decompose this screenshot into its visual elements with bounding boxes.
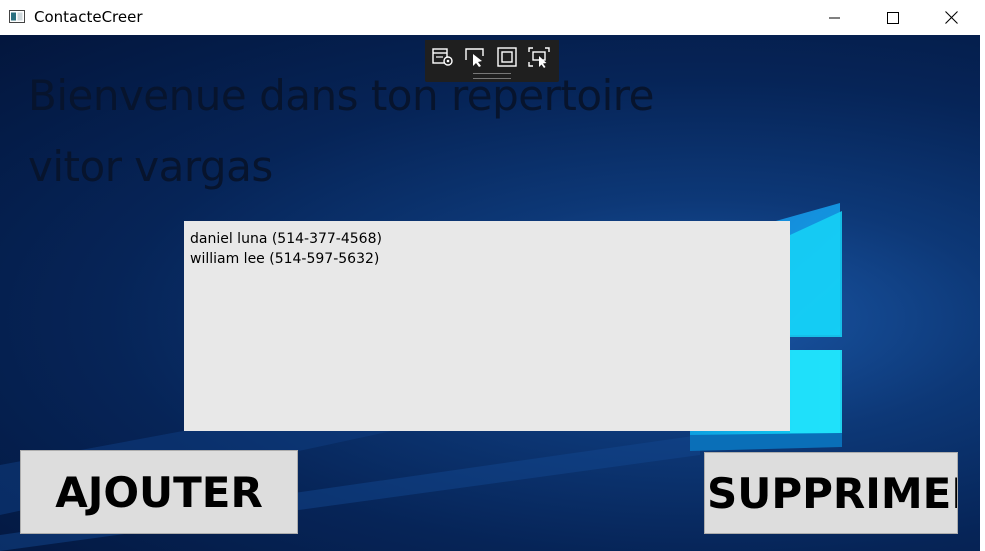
display-layout-adorners-icon[interactable] (495, 46, 519, 68)
minimize-button[interactable] (806, 0, 864, 35)
user-name-label: vitor vargas (28, 142, 273, 191)
title-bar[interactable]: ContacteCreer (0, 0, 985, 35)
maximize-button[interactable] (864, 0, 922, 35)
app-window-icon (9, 10, 25, 23)
window-title: ContacteCreer (34, 8, 143, 26)
welcome-heading: Bienvenue dans ton repertoire (28, 71, 654, 120)
delete-button[interactable]: SUPPRIMER (704, 452, 958, 534)
list-item[interactable]: daniel luna (514-377-4568) (190, 229, 784, 249)
minimize-icon (829, 17, 840, 18)
contacts-listbox[interactable]: daniel luna (514-377-4568) william lee (… (184, 221, 790, 431)
maximize-icon (887, 11, 899, 24)
track-focused-element-icon[interactable] (527, 46, 551, 68)
add-button[interactable]: AJOUTER (20, 450, 298, 534)
close-icon (944, 11, 958, 24)
list-item[interactable]: william lee (514-597-5632) (190, 249, 784, 269)
select-element-icon[interactable] (463, 46, 487, 68)
live-visual-tree-icon[interactable] (431, 46, 455, 68)
close-button[interactable] (922, 0, 980, 35)
window-border (980, 0, 985, 551)
